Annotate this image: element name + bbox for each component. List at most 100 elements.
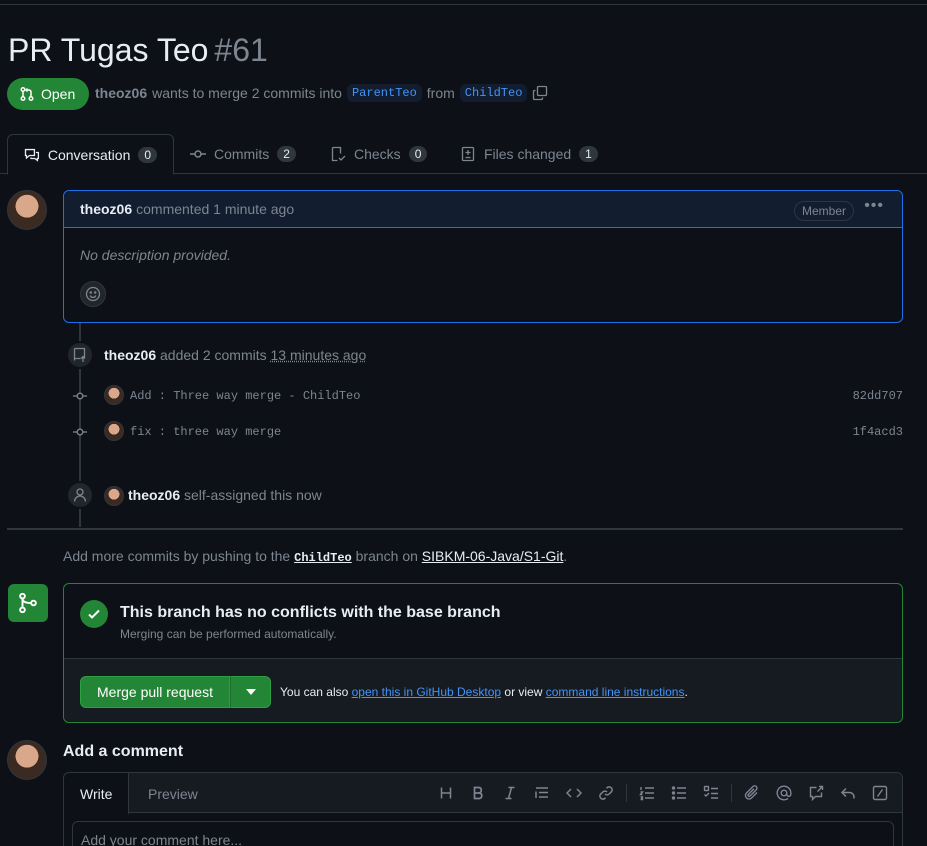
- tab-count: 0: [408, 146, 428, 162]
- merge-status-title: This branch has no conflicts with the ba…: [120, 604, 501, 621]
- pr-state-label: Open: [41, 86, 76, 102]
- tab-label: Checks: [354, 146, 401, 162]
- event-author[interactable]: theoz06: [104, 347, 156, 363]
- alt-middle: or view: [504, 685, 543, 699]
- check-icon: [80, 600, 108, 628]
- event-time[interactable]: 13 minutes ago: [271, 347, 367, 363]
- pr-state-badge: Open: [7, 78, 90, 110]
- timeline-divider: [7, 528, 903, 530]
- slash-command-icon[interactable]: [864, 782, 896, 804]
- smiley-icon[interactable]: [80, 281, 106, 307]
- toolbar-divider: [731, 784, 732, 802]
- link-icon[interactable]: [590, 782, 622, 804]
- event-action: self-assigned this now: [184, 487, 322, 503]
- comment-author[interactable]: theoz06: [80, 201, 132, 217]
- commit-sha[interactable]: 82dd707: [853, 389, 903, 403]
- merge-box: This branch has no conflicts with the ba…: [63, 583, 903, 723]
- avatar[interactable]: [104, 421, 124, 441]
- add-comment-heading: Add a comment: [63, 743, 184, 760]
- pr-from-text: from: [426, 85, 455, 101]
- commits-added-event: theoz06 added 2 commits 13 minutes ago: [104, 347, 366, 363]
- tab-checks[interactable]: Checks 0: [314, 134, 443, 174]
- paperclip-icon[interactable]: [736, 782, 768, 804]
- event-author[interactable]: theoz06: [128, 487, 180, 503]
- unordered-list-icon[interactable]: [663, 782, 695, 804]
- hint-prefix: Add more commits by pushing to the: [63, 548, 291, 564]
- avatar[interactable]: [104, 385, 124, 405]
- commit-message[interactable]: Add : Three way merge - ChildTeo: [130, 389, 360, 403]
- pr-tabs: Conversation 0 Commits 2 Checks 0 Files …: [0, 134, 927, 175]
- github-desktop-link[interactable]: open this in GitHub Desktop: [352, 685, 501, 699]
- commit-message[interactable]: fix : three way merge: [130, 425, 281, 439]
- editor-header: Write Preview: [64, 773, 902, 814]
- command-line-link[interactable]: command line instructions: [546, 685, 685, 699]
- comment-body: No description provided.: [80, 247, 231, 263]
- checklist-icon: [331, 146, 346, 162]
- self-assigned-event: theoz06 self-assigned this now: [128, 487, 322, 503]
- copy-icon[interactable]: [532, 85, 548, 101]
- push-hint: Add more commits by pushing to the Child…: [63, 548, 567, 565]
- ordered-list-icon[interactable]: [631, 782, 663, 804]
- comment-textarea[interactable]: Add your comment here...: [72, 821, 894, 846]
- page-title: PR Tugas Teo #61: [8, 32, 268, 69]
- alt-prefix: You can also: [280, 685, 349, 699]
- pr-author-link[interactable]: theoz06: [95, 85, 147, 101]
- comment-editor: Write Preview Add your comment here...: [63, 772, 903, 846]
- pr-merge-text: wants to merge 2 commits into: [152, 85, 342, 101]
- merge-pull-request-button[interactable]: Merge pull request: [80, 676, 230, 708]
- pr-title: PR Tugas Teo: [8, 32, 209, 68]
- hint-middle: branch on: [355, 548, 418, 564]
- markdown-toolbar: [430, 782, 896, 804]
- base-branch[interactable]: ParentTeo: [346, 84, 422, 102]
- task-list-icon[interactable]: [695, 782, 727, 804]
- pr-description-comment: theoz06 commented 1 minute ago Member ••…: [63, 190, 903, 323]
- commit-node-icon: [73, 428, 87, 436]
- repo-link[interactable]: SIBKM-06-Java/S1-Git: [422, 548, 564, 564]
- bold-icon[interactable]: [462, 782, 494, 804]
- alt-suffix: .: [684, 685, 688, 699]
- tab-label: Commits: [214, 146, 270, 162]
- header-divider: [0, 4, 927, 5]
- avatar[interactable]: [7, 740, 47, 780]
- head-branch[interactable]: ChildTeo: [459, 84, 528, 102]
- mention-icon[interactable]: [768, 782, 800, 804]
- triangle-down-icon: [245, 689, 256, 695]
- tab-write[interactable]: Write: [64, 773, 130, 814]
- event-action: added 2 commits: [160, 347, 267, 363]
- quote-icon[interactable]: [526, 782, 558, 804]
- tab-conversation[interactable]: Conversation 0: [7, 134, 174, 175]
- comment-discussion-icon: [24, 148, 40, 162]
- tab-count: 1: [579, 146, 598, 162]
- avatar[interactable]: [104, 486, 124, 506]
- hint-branch[interactable]: ChildTeo: [294, 551, 352, 565]
- tab-files-changed[interactable]: Files changed 1: [444, 134, 614, 174]
- person-icon: [66, 481, 94, 509]
- kebab-menu-icon[interactable]: •••: [864, 197, 884, 215]
- pr-meta: theoz06 wants to merge 2 commits into Pa…: [95, 84, 548, 102]
- merge-actions: Merge pull request You can also open thi…: [64, 659, 902, 722]
- cross-reference-icon[interactable]: [800, 782, 832, 804]
- merge-status-subtitle: Merging can be performed automatically.: [120, 627, 337, 641]
- avatar[interactable]: [7, 190, 47, 230]
- code-icon[interactable]: [558, 782, 590, 804]
- pr-number: #61: [214, 32, 268, 68]
- merge-alternatives: You can also open this in GitHub Desktop…: [280, 685, 688, 699]
- reply-icon[interactable]: [832, 782, 864, 804]
- git-pull-request-icon: [20, 86, 34, 102]
- heading-icon[interactable]: [430, 782, 462, 804]
- tab-count: 0: [138, 146, 157, 163]
- merge-method-dropdown[interactable]: [230, 676, 271, 708]
- commit-node-icon: [73, 392, 87, 400]
- comment-header: theoz06 commented 1 minute ago Member ••…: [64, 191, 902, 228]
- git-merge-icon: [8, 584, 48, 622]
- tab-label: Files changed: [484, 146, 572, 162]
- tab-commits[interactable]: Commits 2: [174, 134, 312, 174]
- tab-preview[interactable]: Preview: [132, 773, 214, 814]
- repo-push-icon: [66, 341, 94, 369]
- tab-label: Conversation: [47, 146, 131, 163]
- commit-sha[interactable]: 1f4acd3: [853, 425, 903, 439]
- toolbar-divider: [626, 784, 627, 802]
- tab-count: 2: [277, 146, 296, 162]
- italic-icon[interactable]: [494, 782, 526, 804]
- comment-action: commented 1 minute ago: [136, 201, 295, 217]
